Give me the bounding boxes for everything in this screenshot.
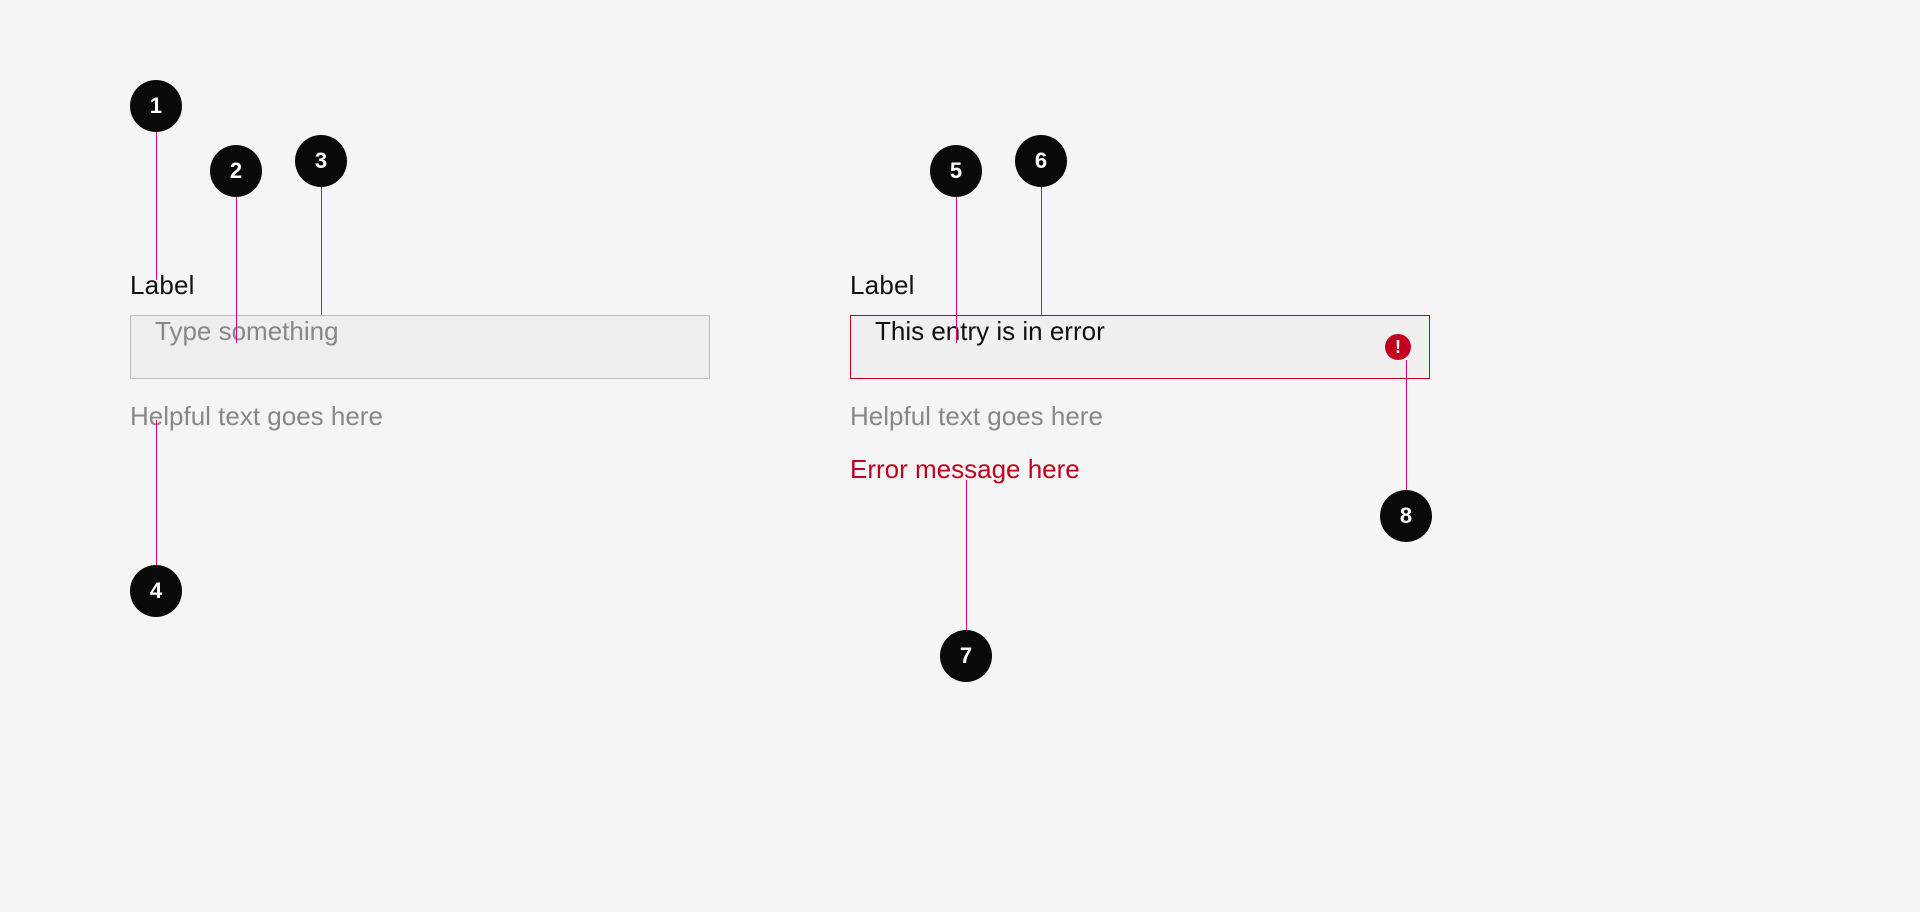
helper-text: Helpful text goes here <box>130 401 710 432</box>
callout-marker-4: 4 <box>130 565 182 617</box>
callout-marker-7: 7 <box>940 630 992 682</box>
callout-line <box>156 420 157 566</box>
input-placeholder: Type something <box>155 316 339 346</box>
callout-line <box>156 132 157 280</box>
input-value: This entry is in error <box>875 316 1105 346</box>
callout-marker-2: 2 <box>210 145 262 197</box>
anatomy-diagram: Label Type something Helpful text goes h… <box>0 0 1920 912</box>
callout-marker-1: 1 <box>130 80 182 132</box>
callout-line <box>236 197 237 343</box>
text-input-error-state: Label This entry is in error ! Helpful t… <box>850 270 1430 485</box>
callout-line <box>1406 360 1407 490</box>
input-label: Label <box>130 270 710 301</box>
input-label: Label <box>850 270 1430 301</box>
callout-line <box>1041 187 1042 315</box>
callout-line <box>966 480 967 630</box>
callout-marker-8: 8 <box>1380 490 1432 542</box>
text-input-field[interactable]: Type something <box>130 315 710 379</box>
callout-line <box>956 197 957 343</box>
text-input-field[interactable]: This entry is in error ! <box>850 315 1430 379</box>
error-icon: ! <box>1385 334 1411 360</box>
text-input-default: Label Type something Helpful text goes h… <box>130 270 710 454</box>
error-message: Error message here <box>850 454 1430 485</box>
callout-marker-5: 5 <box>930 145 982 197</box>
callout-marker-6: 6 <box>1015 135 1067 187</box>
callout-marker-3: 3 <box>295 135 347 187</box>
callout-line <box>321 187 322 315</box>
helper-text: Helpful text goes here <box>850 401 1430 432</box>
